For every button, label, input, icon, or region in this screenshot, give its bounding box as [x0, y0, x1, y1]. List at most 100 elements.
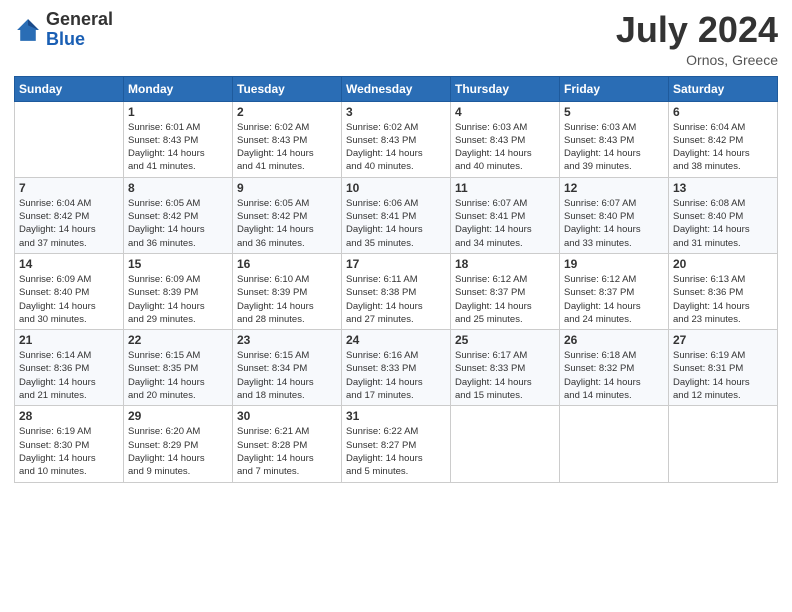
day-number: 27: [673, 333, 773, 347]
location: Ornos, Greece: [616, 52, 778, 68]
day-info: Sunrise: 6:14 AM Sunset: 8:36 PM Dayligh…: [19, 349, 119, 402]
day-number: 14: [19, 257, 119, 271]
day-cell: [451, 406, 560, 482]
day-info: Sunrise: 6:05 AM Sunset: 8:42 PM Dayligh…: [237, 197, 337, 250]
day-info: Sunrise: 6:02 AM Sunset: 8:43 PM Dayligh…: [237, 121, 337, 174]
day-cell: [15, 101, 124, 177]
day-cell: 18 Sunrise: 6:12 AM Sunset: 8:37 PM Dayli…: [451, 253, 560, 329]
day-cell: 27 Sunrise: 6:19 AM Sunset: 8:31 PM Dayli…: [669, 330, 778, 406]
day-cell: 25 Sunrise: 6:17 AM Sunset: 8:33 PM Dayli…: [451, 330, 560, 406]
day-cell: 19 Sunrise: 6:12 AM Sunset: 8:37 PM Dayli…: [560, 253, 669, 329]
week-row-5: 28Sunrise: 6:19 AM Sunset: 8:30 PM Dayli…: [15, 406, 778, 482]
title-block: July 2024 Ornos, Greece: [616, 10, 778, 68]
day-cell: 8 Sunrise: 6:05 AM Sunset: 8:42 PM Daylig…: [124, 177, 233, 253]
day-cell: [669, 406, 778, 482]
day-info: Sunrise: 6:06 AM Sunset: 8:41 PM Dayligh…: [346, 197, 446, 250]
day-cell: 22Sunrise: 6:15 AM Sunset: 8:35 PM Dayli…: [124, 330, 233, 406]
day-info: Sunrise: 6:03 AM Sunset: 8:43 PM Dayligh…: [564, 121, 664, 174]
weekday-header-thursday: Thursday: [451, 76, 560, 101]
day-number: 29: [128, 409, 228, 423]
week-row-3: 14 Sunrise: 6:09 AM Sunset: 8:40 PM Dayli…: [15, 253, 778, 329]
day-cell: 13 Sunrise: 6:08 AM Sunset: 8:40 PM Dayli…: [669, 177, 778, 253]
day-number: 25: [455, 333, 555, 347]
day-number: 19: [564, 257, 664, 271]
day-number: 13: [673, 181, 773, 195]
week-row-4: 21 Sunrise: 6:14 AM Sunset: 8:36 PM Dayli…: [15, 330, 778, 406]
day-cell: 12 Sunrise: 6:07 AM Sunset: 8:40 PM Dayli…: [560, 177, 669, 253]
logo-general-text: General: [46, 9, 113, 29]
day-number: 8: [128, 181, 228, 195]
day-number: 20: [673, 257, 773, 271]
day-number: 12: [564, 181, 664, 195]
day-info: Sunrise: 6:19 AM Sunset: 8:30 PM Dayligh…: [19, 425, 119, 478]
day-number: 22: [128, 333, 228, 347]
day-cell: 23Sunrise: 6:15 AM Sunset: 8:34 PM Dayli…: [233, 330, 342, 406]
day-info: Sunrise: 6:09 AM Sunset: 8:40 PM Dayligh…: [19, 273, 119, 326]
day-cell: 31Sunrise: 6:22 AM Sunset: 8:27 PM Dayli…: [342, 406, 451, 482]
day-info: Sunrise: 6:15 AM Sunset: 8:34 PM Dayligh…: [237, 349, 337, 402]
day-cell: 9 Sunrise: 6:05 AM Sunset: 8:42 PM Daylig…: [233, 177, 342, 253]
day-number: 15: [128, 257, 228, 271]
day-cell: 14 Sunrise: 6:09 AM Sunset: 8:40 PM Dayli…: [15, 253, 124, 329]
day-info: Sunrise: 6:20 AM Sunset: 8:29 PM Dayligh…: [128, 425, 228, 478]
header: General Blue July 2024 Ornos, Greece: [14, 10, 778, 68]
day-cell: 11 Sunrise: 6:07 AM Sunset: 8:41 PM Dayli…: [451, 177, 560, 253]
day-cell: 28Sunrise: 6:19 AM Sunset: 8:30 PM Dayli…: [15, 406, 124, 482]
day-info: Sunrise: 6:07 AM Sunset: 8:40 PM Dayligh…: [564, 197, 664, 250]
day-number: 1: [128, 105, 228, 119]
day-cell: [560, 406, 669, 482]
day-number: 2: [237, 105, 337, 119]
day-number: 7: [19, 181, 119, 195]
day-info: Sunrise: 6:18 AM Sunset: 8:32 PM Dayligh…: [564, 349, 664, 402]
day-info: Sunrise: 6:08 AM Sunset: 8:40 PM Dayligh…: [673, 197, 773, 250]
day-info: Sunrise: 6:10 AM Sunset: 8:39 PM Dayligh…: [237, 273, 337, 326]
weekday-header-monday: Monday: [124, 76, 233, 101]
day-number: 16: [237, 257, 337, 271]
day-cell: 5 Sunrise: 6:03 AM Sunset: 8:43 PM Daylig…: [560, 101, 669, 177]
weekday-header-row: SundayMondayTuesdayWednesdayThursdayFrid…: [15, 76, 778, 101]
day-cell: 7 Sunrise: 6:04 AM Sunset: 8:42 PM Daylig…: [15, 177, 124, 253]
day-info: Sunrise: 6:03 AM Sunset: 8:43 PM Dayligh…: [455, 121, 555, 174]
day-info: Sunrise: 6:21 AM Sunset: 8:28 PM Dayligh…: [237, 425, 337, 478]
day-number: 5: [564, 105, 664, 119]
page: General Blue July 2024 Ornos, Greece Sun…: [0, 0, 792, 612]
weekday-header-wednesday: Wednesday: [342, 76, 451, 101]
day-number: 6: [673, 105, 773, 119]
day-cell: 1 Sunrise: 6:01 AM Sunset: 8:43 PM Daylig…: [124, 101, 233, 177]
day-info: Sunrise: 6:04 AM Sunset: 8:42 PM Dayligh…: [673, 121, 773, 174]
day-number: 21: [19, 333, 119, 347]
month-year: July 2024: [616, 10, 778, 50]
day-cell: 30 Sunrise: 6:21 AM Sunset: 8:28 PM Dayli…: [233, 406, 342, 482]
day-info: Sunrise: 6:19 AM Sunset: 8:31 PM Dayligh…: [673, 349, 773, 402]
week-row-1: 1 Sunrise: 6:01 AM Sunset: 8:43 PM Daylig…: [15, 101, 778, 177]
day-cell: 17Sunrise: 6:11 AM Sunset: 8:38 PM Dayli…: [342, 253, 451, 329]
day-info: Sunrise: 6:05 AM Sunset: 8:42 PM Dayligh…: [128, 197, 228, 250]
day-number: 18: [455, 257, 555, 271]
day-cell: 6 Sunrise: 6:04 AM Sunset: 8:42 PM Daylig…: [669, 101, 778, 177]
day-info: Sunrise: 6:12 AM Sunset: 8:37 PM Dayligh…: [455, 273, 555, 326]
day-number: 30: [237, 409, 337, 423]
week-row-2: 7 Sunrise: 6:04 AM Sunset: 8:42 PM Daylig…: [15, 177, 778, 253]
day-info: Sunrise: 6:12 AM Sunset: 8:37 PM Dayligh…: [564, 273, 664, 326]
day-info: Sunrise: 6:22 AM Sunset: 8:27 PM Dayligh…: [346, 425, 446, 478]
day-number: 9: [237, 181, 337, 195]
day-cell: 2 Sunrise: 6:02 AM Sunset: 8:43 PM Daylig…: [233, 101, 342, 177]
day-cell: 20Sunrise: 6:13 AM Sunset: 8:36 PM Dayli…: [669, 253, 778, 329]
day-info: Sunrise: 6:11 AM Sunset: 8:38 PM Dayligh…: [346, 273, 446, 326]
weekday-header-saturday: Saturday: [669, 76, 778, 101]
day-number: 24: [346, 333, 446, 347]
day-info: Sunrise: 6:07 AM Sunset: 8:41 PM Dayligh…: [455, 197, 555, 250]
day-number: 10: [346, 181, 446, 195]
day-number: 4: [455, 105, 555, 119]
day-cell: 29 Sunrise: 6:20 AM Sunset: 8:29 PM Dayli…: [124, 406, 233, 482]
day-info: Sunrise: 6:01 AM Sunset: 8:43 PM Dayligh…: [128, 121, 228, 174]
day-info: Sunrise: 6:17 AM Sunset: 8:33 PM Dayligh…: [455, 349, 555, 402]
day-cell: 26Sunrise: 6:18 AM Sunset: 8:32 PM Dayli…: [560, 330, 669, 406]
day-number: 3: [346, 105, 446, 119]
day-info: Sunrise: 6:04 AM Sunset: 8:42 PM Dayligh…: [19, 197, 119, 250]
weekday-header-friday: Friday: [560, 76, 669, 101]
day-number: 11: [455, 181, 555, 195]
day-cell: 15Sunrise: 6:09 AM Sunset: 8:39 PM Dayli…: [124, 253, 233, 329]
logo: General Blue: [14, 10, 113, 50]
day-cell: 10 Sunrise: 6:06 AM Sunset: 8:41 PM Dayli…: [342, 177, 451, 253]
